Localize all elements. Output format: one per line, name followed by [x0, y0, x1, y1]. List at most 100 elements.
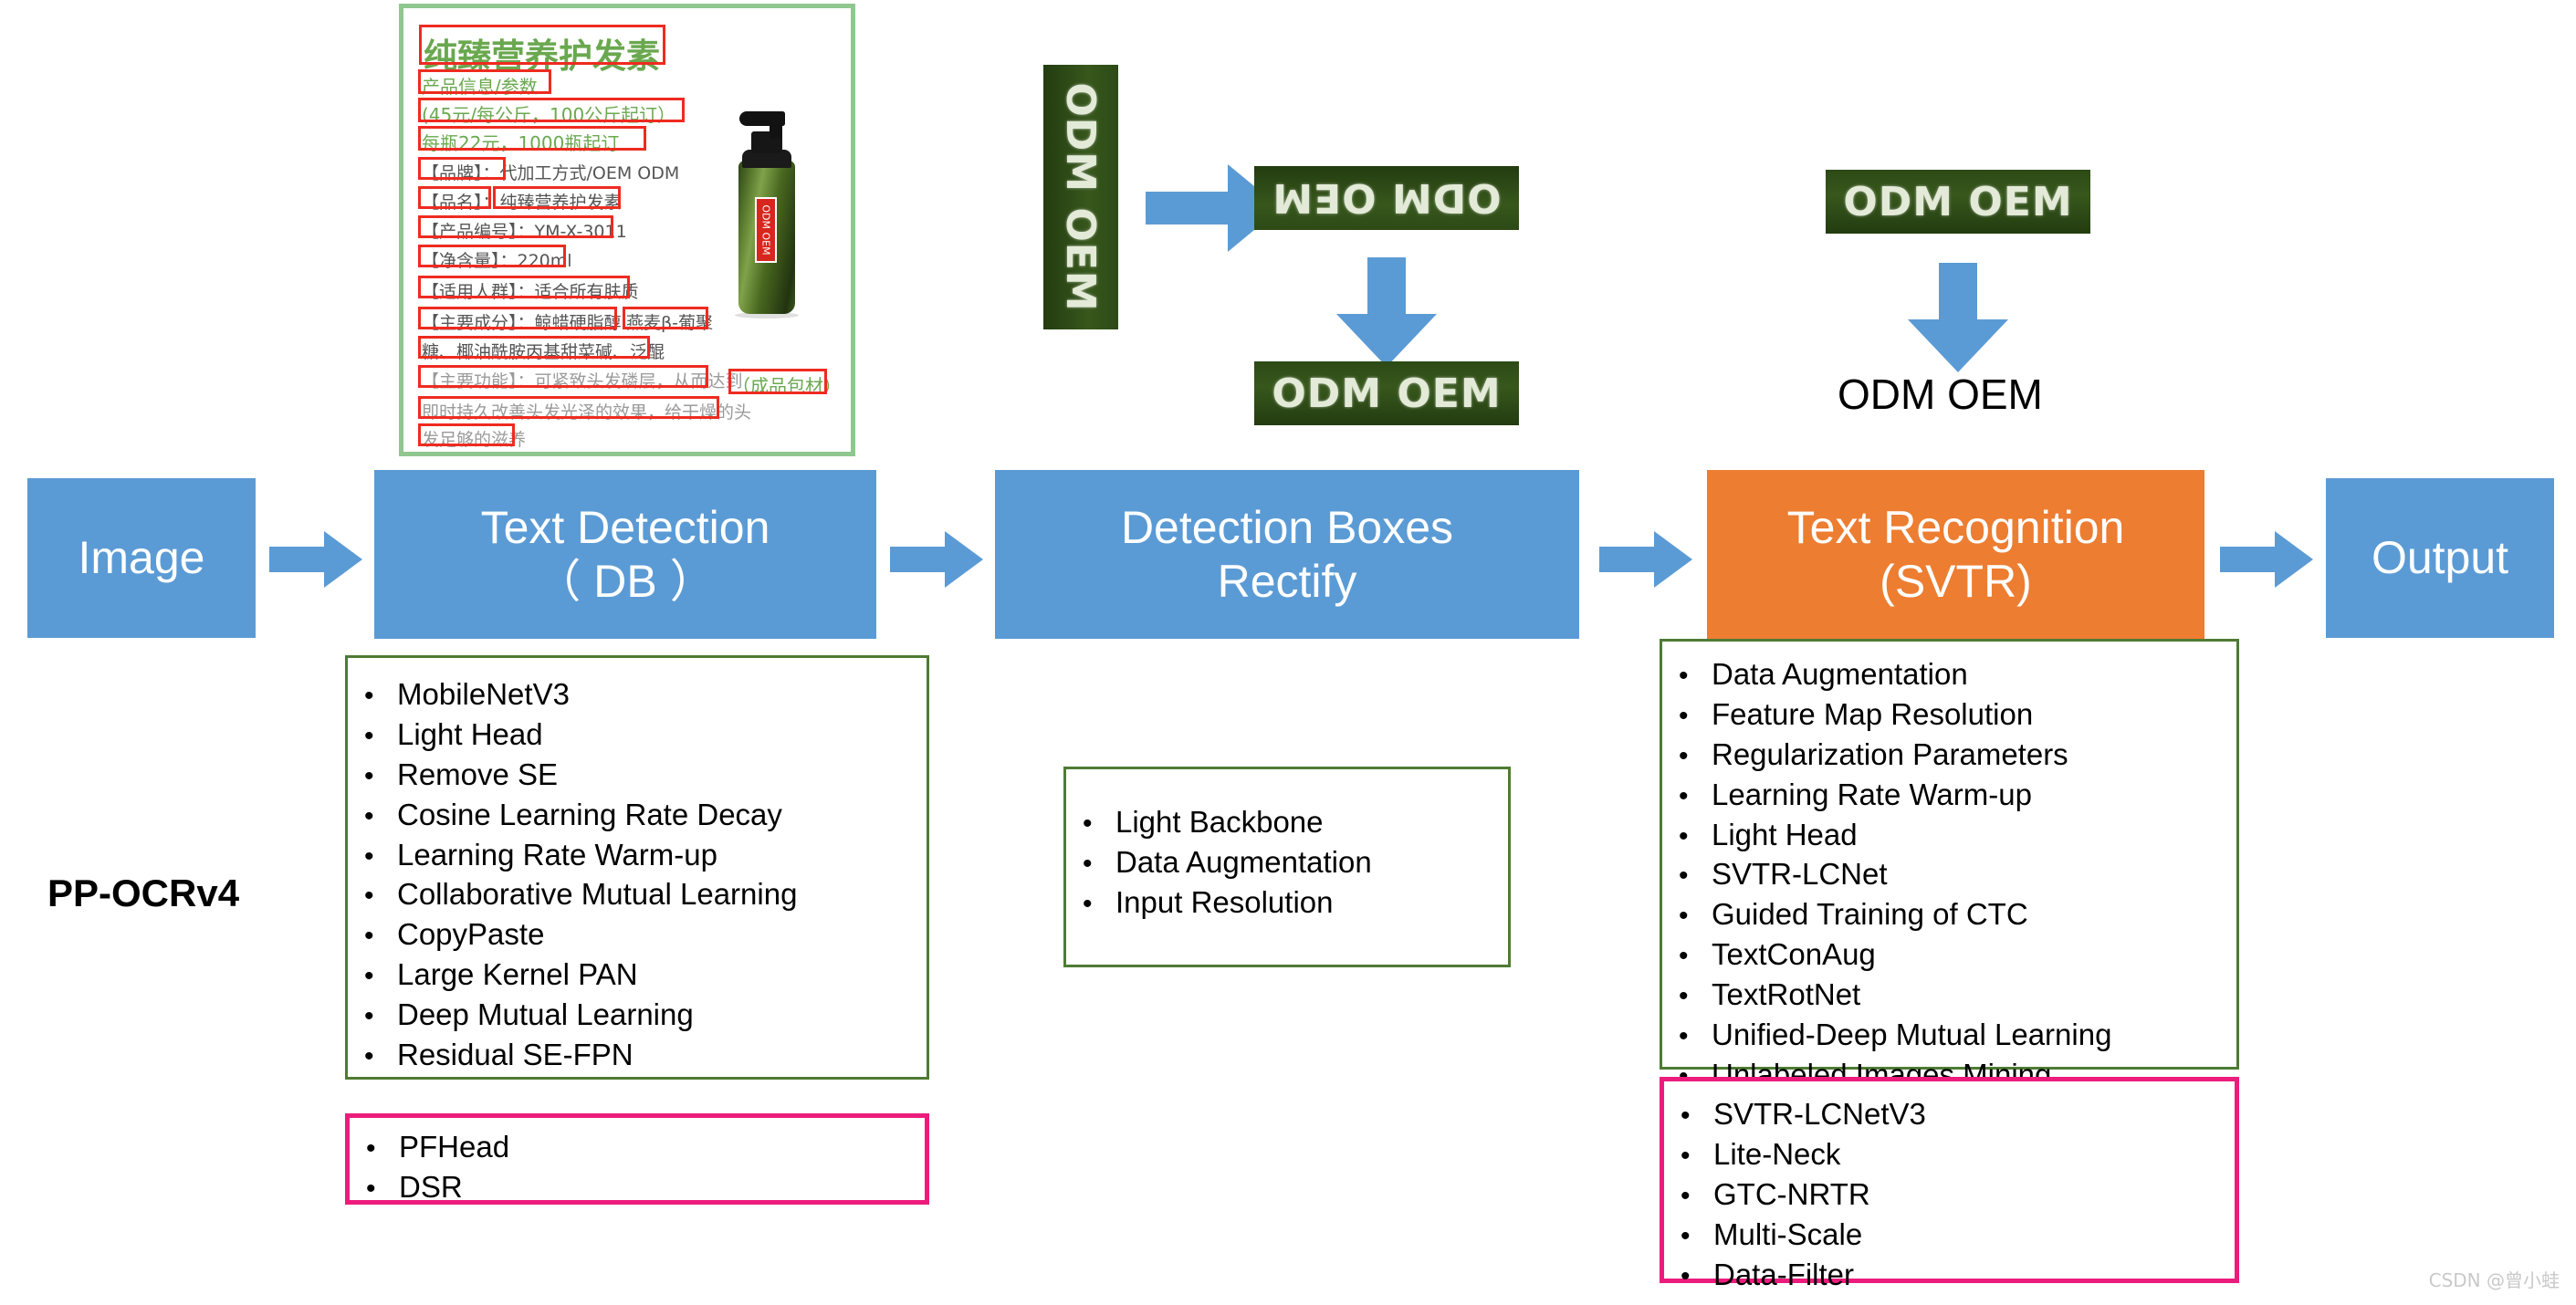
bullet-icon: • [1681, 1220, 1691, 1251]
pipeline-label-output: Output [2371, 532, 2509, 583]
arrow-recognition [1908, 263, 2008, 372]
pipeline-label-rectify-line2: Rectify [1217, 555, 1357, 607]
bullet-icon: • [1083, 888, 1093, 919]
list-item-label: Data Augmentation [1115, 844, 1372, 879]
bullet-icon: • [1681, 1101, 1691, 1131]
list-item-label: Learning Rate Warm-up [1712, 777, 2032, 811]
list-item: • CopyPaste [348, 914, 927, 955]
detection-notes-list: • MobileNetV3 • Light Head • Remove SE • Cosine… [348, 674, 927, 1075]
list-item: • Deep Mutual Learning [348, 995, 927, 1035]
product-text-line-1: 产品信息/参数 [422, 76, 538, 98]
crop-recognition-input: ODM OEM [1826, 170, 2090, 234]
bullet-icon: • [364, 1001, 374, 1032]
bullet-icon: • [364, 681, 374, 711]
product-text-line-11: 糖、椰油酰胺丙基甜菜碱、泛醌 [422, 342, 665, 362]
rectify-notes-box: • Light Backbone • Data Augmentation • Input … [1063, 767, 1511, 967]
arrow-rectify-to-recognition [1599, 531, 1700, 588]
bullet-icon: • [1681, 1260, 1691, 1291]
list-item-label: CopyPaste [397, 917, 545, 952]
arrow-image-to-detection [269, 531, 370, 588]
bullet-icon: • [1679, 941, 1689, 972]
bullet-icon: • [1679, 861, 1689, 892]
bullet-icon: • [1679, 780, 1689, 811]
pipeline-label-text-detection-line1: Text Detection [480, 501, 770, 553]
recognition-notes-list: • Data Augmentation • Feature Map Resolutio… [1662, 654, 2236, 1095]
product-bottle-photo: ODM OEM [718, 95, 814, 318]
bottle-label-text: ODM OEM [759, 204, 772, 256]
list-item: • Light Head [348, 715, 927, 755]
pipeline-box-detection-boxes-rectify[interactable]: Detection Boxes Rectify [995, 470, 1579, 639]
product-text-line-2: (45元/每公斤，100公斤起订） [422, 104, 676, 126]
rectify-notes-list: • Light Backbone • Data Augmentation • Input … [1066, 802, 1508, 923]
bullet-icon: • [364, 881, 374, 912]
list-item: • Collaborative Mutual Learning [348, 874, 927, 914]
list-item: • MobileNetV3 [348, 674, 927, 715]
bullet-icon: • [366, 1133, 376, 1164]
detection-notes-box: • MobileNetV3 • Light Head • Remove SE • Cosine… [345, 655, 929, 1080]
bullet-icon: • [1681, 1140, 1691, 1171]
list-item-label: Data Augmentation [1712, 657, 1968, 691]
bullet-icon: • [1679, 700, 1689, 731]
recognition-new-notes-list: • SVTR-LCNetV3 • Lite-Neck • GTC-NRTR • Multi-S… [1664, 1094, 2235, 1294]
product-text-line-9: 【主要成分】：鲸蜡硬脂醇 [422, 313, 622, 333]
list-item: • Feature Map Resolution [1662, 694, 2236, 735]
bullet-icon: • [1679, 820, 1689, 851]
arrow-rotated-to-rectified [1336, 257, 1437, 367]
product-text-line-10: 燕麦β-葡聚 [626, 313, 713, 333]
bullet-icon: • [1679, 661, 1689, 691]
bullet-icon: • [364, 840, 374, 872]
list-item: • DSR [350, 1167, 925, 1207]
list-item: • Regularization Parameters [1662, 735, 2236, 775]
list-item: • GTC-NRTR [1664, 1174, 2235, 1215]
list-item-label: Learning Rate Warm-up [397, 837, 717, 872]
bullet-icon: • [1679, 981, 1689, 1012]
list-item: • Large Kernel PAN [348, 955, 927, 995]
list-item: • TextRotNet [1662, 975, 2236, 1015]
list-item-label: Light Backbone [1115, 805, 1324, 839]
list-item-label: GTC-NRTR [1713, 1176, 1870, 1211]
recognition-new-notes-box: • SVTR-LCNetV3 • Lite-Neck • GTC-NRTR • Multi-S… [1660, 1077, 2239, 1291]
list-item: • Data Augmentation [1662, 654, 2236, 694]
list-item-label: MobileNetV3 [397, 677, 570, 711]
list-item: • Learning Rate Warm-up [348, 835, 927, 875]
list-item: • Multi-Scale [1664, 1215, 2235, 1255]
bullet-icon: • [1679, 901, 1689, 932]
pipeline-label-text-detection-line2: （ DB ） [535, 555, 716, 607]
bullet-icon: • [1083, 848, 1093, 879]
bullet-icon: • [1679, 740, 1689, 771]
pipeline-box-text-detection[interactable]: Text Detection （ DB ） [374, 470, 876, 639]
bullet-icon: • [1679, 1021, 1689, 1052]
product-text-line-12: 【主要功能】：可紧致头发磷层，从而达到 [422, 371, 743, 392]
product-sample-image: 纯臻营养护发素 产品信息/参数 (45元/每公斤，100公斤起订） 每瓶22元，… [399, 4, 855, 456]
list-item-label: SVTR-LCNetV3 [1713, 1097, 1926, 1131]
product-text-line-13: 即时持久改善头发光泽的效果，给干燥的头 [422, 402, 752, 423]
pipeline-label-rectify-line1: Detection Boxes [1120, 501, 1454, 553]
list-item-label: Multi-Scale [1713, 1216, 1863, 1251]
pipeline-box-output[interactable]: Output [2326, 478, 2554, 638]
list-item: • Unified-Deep Mutual Learning [1662, 1015, 2236, 1055]
list-item-label: Remove SE [397, 757, 559, 791]
product-text-line-14: 发足够的滋养 [422, 430, 527, 450]
list-item: • SVTR-LCNet [1662, 854, 2236, 894]
list-item: • Residual SE-FPN [348, 1035, 927, 1075]
watermark: CSDN @曾小蛙 [2428, 1269, 2560, 1291]
pipeline-box-image[interactable]: Image [27, 478, 256, 638]
list-item-label: Feature Map Resolution [1712, 696, 2034, 731]
bullet-icon: • [364, 760, 374, 791]
bullet-icon: • [364, 921, 374, 952]
list-item: • Light Backbone [1066, 802, 1508, 842]
list-item: • Light Head [1662, 815, 2236, 855]
product-text-line-4: 【品牌】：代加工方式/OEM ODM [422, 163, 680, 183]
list-item: • PFHead [350, 1127, 925, 1167]
product-text-line-7: 【净含量】：220ml [422, 251, 572, 271]
list-item-label: DSR [399, 1169, 463, 1204]
bullet-icon: • [364, 720, 374, 751]
product-text-line-title: 纯臻营养护发素 [424, 37, 660, 76]
list-item-label: Lite-Neck [1713, 1136, 1841, 1171]
pipeline-box-text-recognition[interactable]: Text Recognition (SVTR) [1707, 470, 2204, 639]
list-item: • Remove SE [348, 755, 927, 795]
list-item: • Input Resolution [1066, 882, 1508, 923]
list-item-label: Light Head [397, 716, 543, 751]
list-item-label: Collaborative Mutual Learning [397, 877, 798, 912]
list-item: • TextConAug [1662, 934, 2236, 975]
